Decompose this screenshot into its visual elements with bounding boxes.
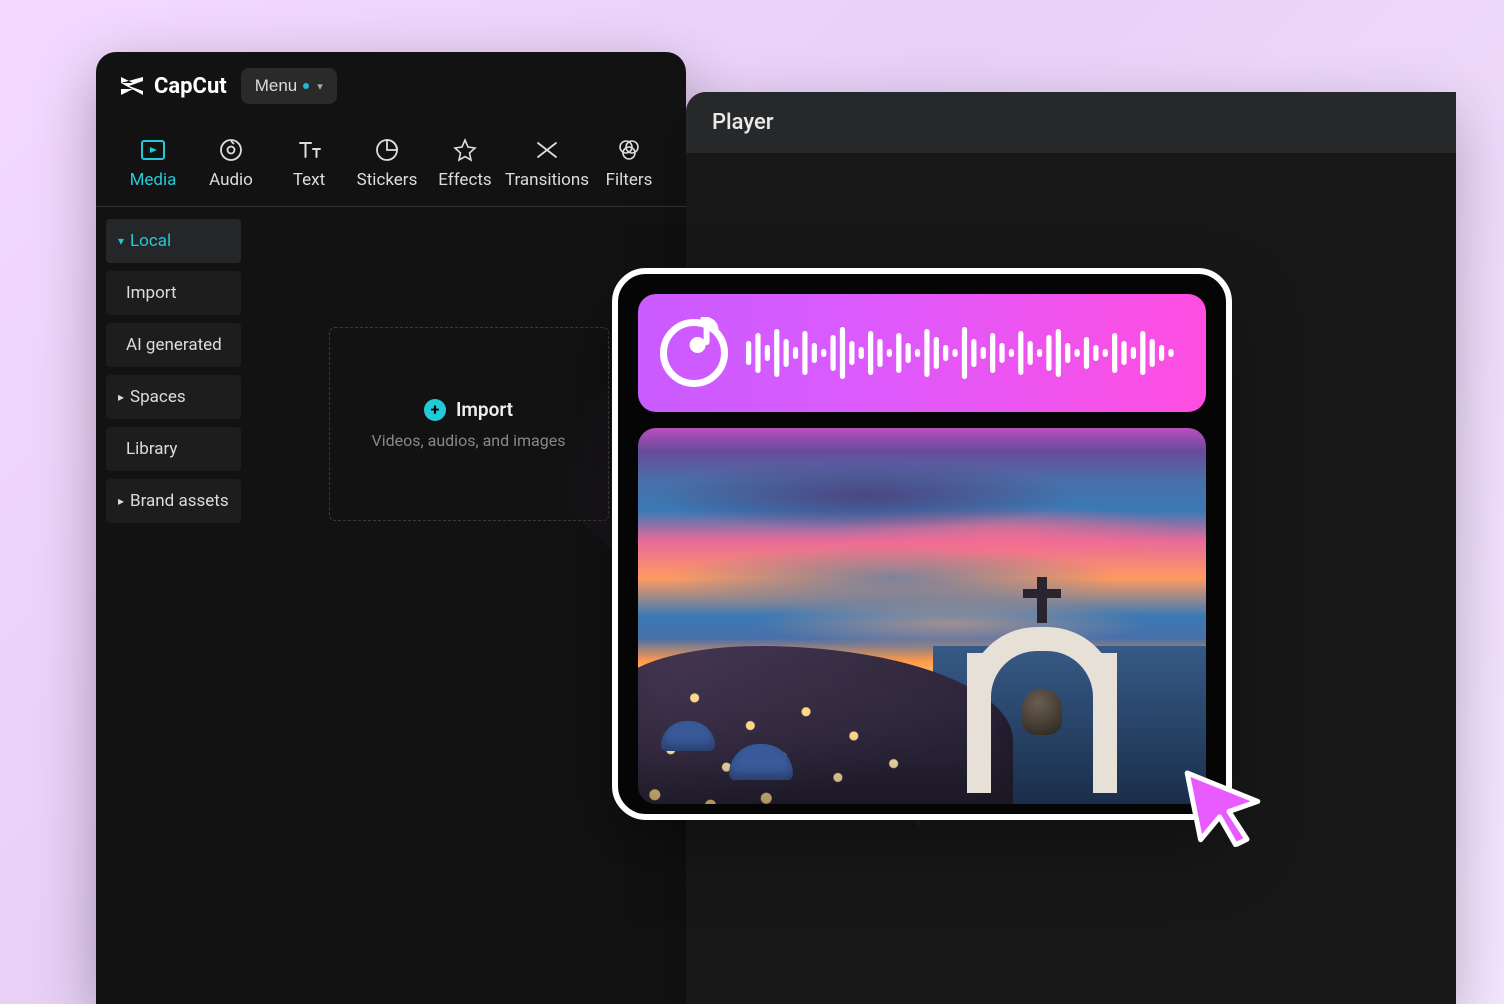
sidebar-item-library[interactable]: Library	[106, 427, 241, 471]
sidebar-item-brand-assets[interactable]: Brand assets	[106, 479, 241, 523]
tab-label: Transitions	[505, 170, 589, 190]
media-icon	[139, 136, 167, 164]
tab-label: Filters	[606, 170, 653, 190]
tab-transitions[interactable]: Transitions	[504, 130, 590, 200]
media-sidebar: Local Import AI generated Spaces Library…	[96, 207, 251, 999]
import-dropzone[interactable]: + Import Videos, audios, and images	[329, 327, 609, 521]
filters-icon	[615, 136, 643, 164]
header-bar: CapCut Menu ▾	[96, 52, 686, 120]
tab-label: Stickers	[357, 170, 418, 190]
transitions-icon	[533, 136, 561, 164]
sidebar-item-local[interactable]: Local	[106, 219, 241, 263]
sidebar-item-ai-generated[interactable]: AI generated	[106, 323, 241, 367]
player-title: Player	[686, 92, 1456, 153]
tab-audio[interactable]: Audio	[192, 130, 270, 200]
tab-label: Effects	[438, 170, 491, 190]
cursor-icon	[1180, 757, 1269, 853]
chevron-down-icon: ▾	[317, 80, 323, 93]
app-name: CapCut	[154, 74, 227, 99]
sidebar-item-import[interactable]: Import	[106, 271, 241, 315]
tab-label: Text	[293, 170, 325, 190]
tab-text[interactable]: Text	[270, 130, 348, 200]
sidebar-item-label: Brand assets	[130, 491, 229, 511]
sidebar-item-spaces[interactable]: Spaces	[106, 375, 241, 419]
audio-waveform-icon	[746, 325, 1184, 381]
tab-filters[interactable]: Filters	[590, 130, 668, 200]
tab-label: Audio	[209, 170, 253, 190]
import-subtitle: Videos, audios, and images	[340, 431, 598, 450]
plus-icon: +	[424, 399, 446, 421]
sidebar-item-label: Library	[126, 439, 177, 459]
menu-button-label: Menu	[255, 76, 298, 96]
import-title: Import	[456, 398, 513, 421]
app-logo[interactable]: CapCut	[118, 74, 227, 99]
effects-icon	[451, 136, 479, 164]
music-disc-icon	[660, 319, 728, 387]
sidebar-item-label: Local	[130, 231, 171, 251]
sidebar-item-label: Import	[126, 283, 177, 303]
content-row: Local Import AI generated Spaces Library…	[96, 207, 686, 999]
tab-stickers[interactable]: Stickers	[348, 130, 426, 200]
tab-label: Media	[130, 170, 177, 190]
menu-button[interactable]: Menu ▾	[241, 68, 337, 104]
media-preview-popup	[612, 268, 1232, 820]
stickers-icon	[373, 136, 401, 164]
thumbnail-belltower-icon	[967, 593, 1117, 793]
menu-indicator-dot-icon	[303, 83, 309, 89]
editor-window: CapCut Menu ▾ Media Audio Text	[96, 52, 686, 1004]
tab-effects[interactable]: Effects	[426, 130, 504, 200]
video-thumbnail[interactable]	[638, 428, 1206, 804]
audio-icon	[217, 136, 245, 164]
sidebar-item-label: AI generated	[126, 335, 222, 355]
tool-tabs: Media Audio Text Stickers Effects	[96, 120, 686, 206]
capcut-logo-icon	[118, 74, 146, 98]
tab-media[interactable]: Media	[114, 130, 192, 200]
audio-clip-preview[interactable]	[638, 294, 1206, 412]
text-icon	[295, 136, 323, 164]
sidebar-item-label: Spaces	[130, 387, 186, 407]
